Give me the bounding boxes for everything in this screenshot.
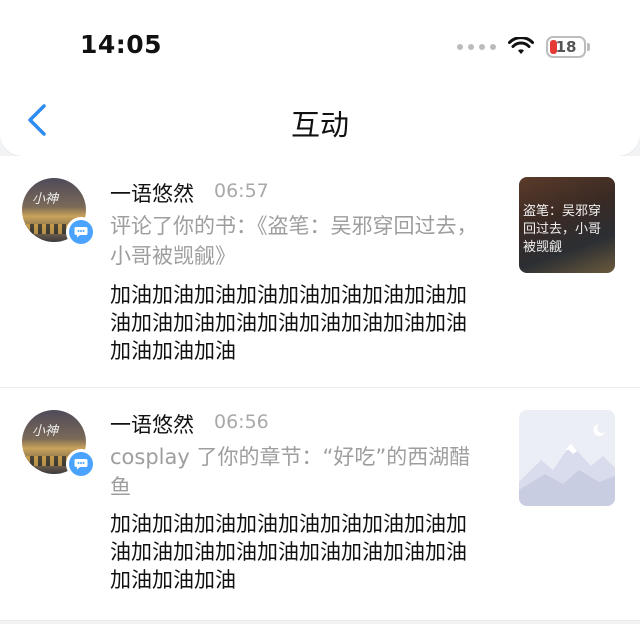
list-item[interactable]: 小神 一语悠然 06:57 评论了你的书：《盗笔：吴邪穿回过去，小哥被觊觎》 加… bbox=[0, 156, 640, 387]
comment-icon bbox=[66, 217, 96, 247]
avatar-signature: 小神 bbox=[32, 424, 59, 439]
comment-text: 加油加油加油加油加油加油加油加油加油加油加油加油加油加油加油加油加油加油加油加油 bbox=[110, 283, 467, 363]
user-name[interactable]: 一语悠然 bbox=[110, 178, 194, 208]
list-item[interactable]: 小神 一语悠然 06:56 cosplay 了你的章节：“好吃”的西湖醋鱼 加油… bbox=[0, 388, 640, 620]
chapter-thumbnail[interactable] bbox=[519, 410, 615, 506]
user-name[interactable]: 一语悠然 bbox=[110, 409, 194, 439]
status-time: 14:05 bbox=[80, 30, 163, 59]
mountain-placeholder-icon bbox=[519, 410, 615, 506]
signal-icon bbox=[457, 44, 496, 50]
timestamp: 06:57 bbox=[214, 180, 269, 202]
comment-text: 加油加油加油加油加油加油加油加油加油加油加油加油加油加油加油加油加油加油加油加油 bbox=[110, 512, 467, 592]
battery-icon: 18 bbox=[546, 36, 590, 58]
thumbnail-text: 盗笔：吴邪穿回过去，小哥被觊觎 bbox=[523, 204, 602, 255]
page-title: 互动 bbox=[290, 108, 349, 142]
battery-percent: 18 bbox=[555, 38, 577, 56]
wifi-icon bbox=[508, 37, 534, 54]
activity-description[interactable]: cosplay 了你的章节：“好吃”的西湖醋鱼 bbox=[110, 442, 490, 502]
activity-description[interactable]: 评论了你的书：《盗笔：吴邪穿回过去，小哥被觊觎》 bbox=[110, 211, 490, 271]
book-cover-thumbnail[interactable]: 盗笔：吴邪穿回过去，小哥被觊觎 bbox=[519, 177, 615, 273]
status-icons: 18 bbox=[457, 36, 590, 58]
divider bbox=[0, 620, 640, 621]
avatar-signature: 小神 bbox=[32, 192, 59, 207]
timestamp: 06:56 bbox=[214, 411, 269, 433]
header: 14:05 18 互动 bbox=[0, 0, 640, 156]
comment-icon bbox=[66, 449, 96, 479]
